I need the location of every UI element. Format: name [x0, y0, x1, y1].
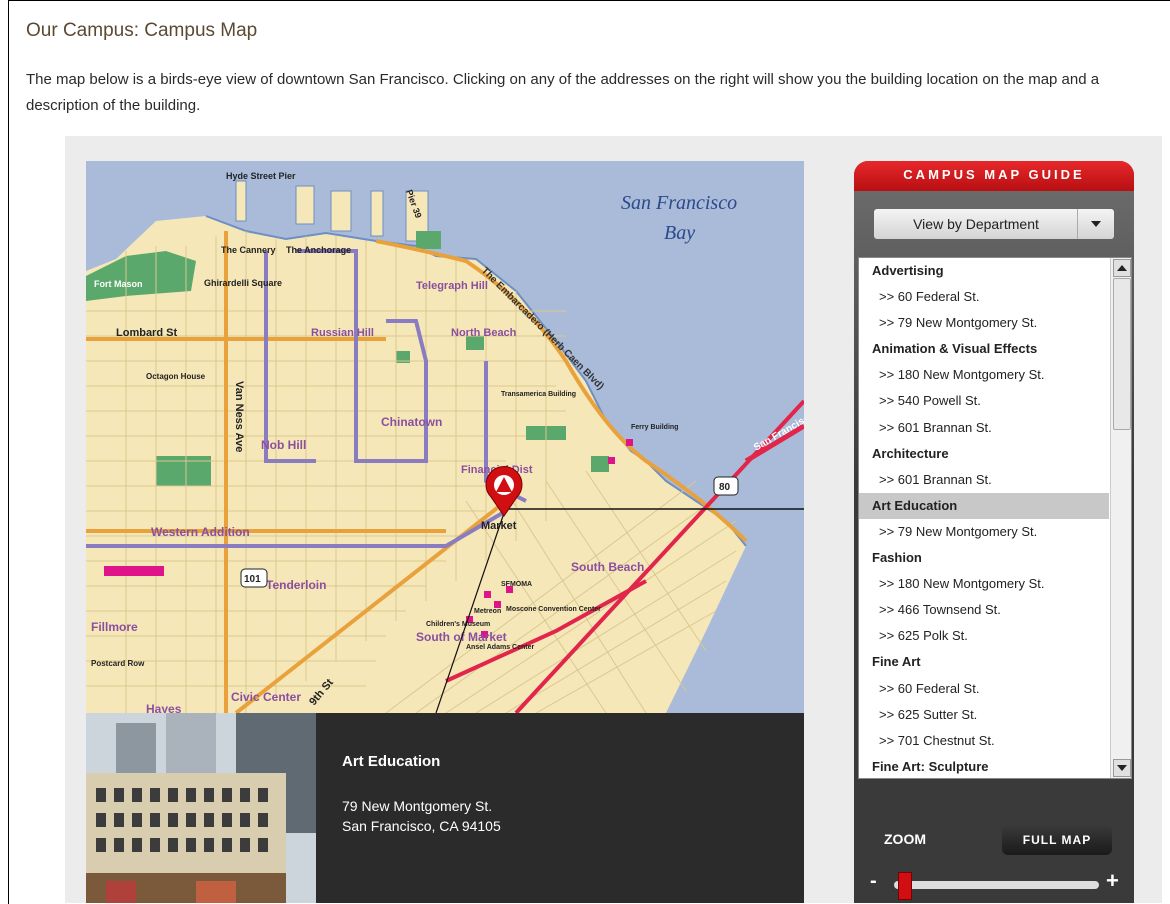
label-fillmore: Fillmore	[91, 620, 138, 634]
svg-text:101: 101	[244, 574, 261, 585]
label-hayes: Hayes	[146, 702, 182, 713]
department-list[interactable]: Advertising >> 60 Federal St. >> 79 New Mo…	[858, 257, 1132, 779]
info-title: Art Education	[342, 753, 441, 770]
list-item-address[interactable]: >> 60 Federal St.	[859, 284, 1109, 310]
label-telegraph: Telegraph Hill	[416, 280, 488, 292]
list-item-address[interactable]: >> 540 Powell St.	[859, 388, 1109, 414]
rail-station	[104, 566, 164, 576]
label-south-beach: South Beach	[571, 560, 644, 574]
list-item-department[interactable]: Advertising	[859, 258, 1109, 284]
list-item-address[interactable]: >> 625 Polk St.	[859, 623, 1109, 649]
label-western: Western Addition	[151, 525, 250, 539]
label-civic: Civic Center	[231, 690, 301, 704]
full-map-button[interactable]: FULL MAP	[1002, 825, 1112, 855]
list-item-department[interactable]: Animation & Visual Effects	[859, 336, 1109, 362]
list-item-address[interactable]: >> 625 Sutter St.	[859, 702, 1109, 728]
scroll-up-icon[interactable]	[1113, 259, 1131, 277]
list-item-address[interactable]: >> 180 New Montgomery St.	[859, 362, 1109, 388]
zoom-slider-handle[interactable]	[898, 872, 913, 900]
label-cannery: The Cannery	[221, 245, 276, 255]
label-chinatown: Chinatown	[381, 415, 442, 429]
label-fort-mason: Fort Mason	[94, 279, 143, 289]
zoom-label: ZOOM	[884, 831, 926, 847]
label-octagon: Octagon House	[146, 372, 206, 381]
list-item-address[interactable]: >> 180 New Montgomery St.	[859, 571, 1109, 597]
label-anchorage: The Anchorage	[286, 245, 351, 255]
map-canvas[interactable]: Hyde Street Pier Pier 39 Fort Mason Ghir…	[86, 161, 804, 713]
campus-map-guide: CAMPUS MAP GUIDE View by Department Adve…	[854, 161, 1134, 903]
label-nob-hill: Nob Hill	[261, 438, 306, 452]
zoom-slider-track[interactable]	[894, 881, 1099, 889]
info-address-line1: 79 New Montgomery St.	[342, 798, 493, 814]
hwy101-shield: 101	[240, 568, 268, 588]
chevron-down-icon[interactable]	[1077, 209, 1114, 239]
list-item-department[interactable]: Fine Art: Sculpture	[859, 754, 1109, 778]
label-ferry: Ferry Building	[631, 424, 678, 431]
guide-header: CAMPUS MAP GUIDE	[854, 161, 1134, 191]
list-item-address[interactable]: >> 60 Federal St.	[859, 676, 1109, 702]
intro-text: The map below is a birds-eye view of dow…	[26, 71, 1100, 114]
label-moscone: Moscone Convention Center	[506, 606, 601, 613]
label-transamerica: Transamerica Building	[501, 391, 576, 398]
zoom-in-button[interactable]: +	[1106, 868, 1119, 894]
label-north-beach: North Beach	[451, 327, 517, 339]
list-item-address[interactable]: >> 466 Townsend St.	[859, 597, 1109, 623]
list-item-address[interactable]: >> 601 Brannan St.	[859, 415, 1109, 441]
scroll-thumb[interactable]	[1113, 278, 1131, 430]
scroll-down-icon[interactable]	[1113, 759, 1131, 777]
list-item-department[interactable]: Architecture	[859, 441, 1109, 467]
label-metreon: Metreon	[474, 608, 501, 615]
bay-label-line1: San Francisco	[621, 192, 737, 214]
campus-map[interactable]: Hyde Street Pier Pier 39 Fort Mason Ghir…	[86, 161, 804, 903]
svg-text:80: 80	[719, 482, 731, 493]
label-postcard: Postcard Row	[91, 659, 145, 668]
info-address-line2: San Francisco, CA 94105	[342, 818, 501, 834]
label-hyde-pier: Hyde Street Pier	[226, 171, 296, 181]
list-item-address[interactable]: >> 79 New Montgomery St.	[859, 519, 1109, 545]
list-item-department[interactable]: Fine Art	[859, 649, 1109, 675]
label-market: Market	[481, 520, 517, 532]
label-lombard: Lombard St	[116, 327, 177, 339]
zoom-out-button[interactable]: -	[870, 870, 877, 893]
bay-label-line2: Bay	[664, 222, 695, 244]
label-ansel: Ansel Adams Center	[466, 644, 534, 651]
list-item-address[interactable]: >> 79 New Montgomery St.	[859, 310, 1109, 336]
label-russian: Russian Hill	[311, 327, 374, 339]
list-item-address[interactable]: >> 601 Brannan St.	[859, 467, 1109, 493]
department-select[interactable]: View by Department	[874, 209, 1114, 239]
label-childrens: Children's Museum	[426, 621, 490, 628]
department-select-value: View by Department	[913, 216, 1039, 232]
building-photo	[86, 713, 316, 903]
building-info-panel: Art Education 79 New Montgomery St. San …	[86, 713, 804, 903]
label-sfmoma: SFMOMA	[501, 581, 532, 588]
list-item-department[interactable]: Art Education	[859, 492, 1109, 519]
hwy80-shield: 80	[713, 476, 739, 496]
list-scrollbar[interactable]	[1110, 258, 1131, 778]
label-van-ness: Van Ness Ave	[233, 381, 245, 452]
guide-body: View by Department Advertising >> 60 Fede…	[854, 191, 1134, 903]
page-title: Our Campus: Campus Map	[26, 20, 258, 41]
department-list-items: Advertising >> 60 Federal St. >> 79 New Mo…	[859, 258, 1109, 778]
list-item-address[interactable]: >> 701 Chestnut St.	[859, 728, 1109, 754]
label-ghirardelli: Ghirardelli Square	[204, 278, 282, 288]
list-item-department[interactable]: Fashion	[859, 545, 1109, 571]
label-tenderloin: Tenderloin	[266, 578, 326, 592]
